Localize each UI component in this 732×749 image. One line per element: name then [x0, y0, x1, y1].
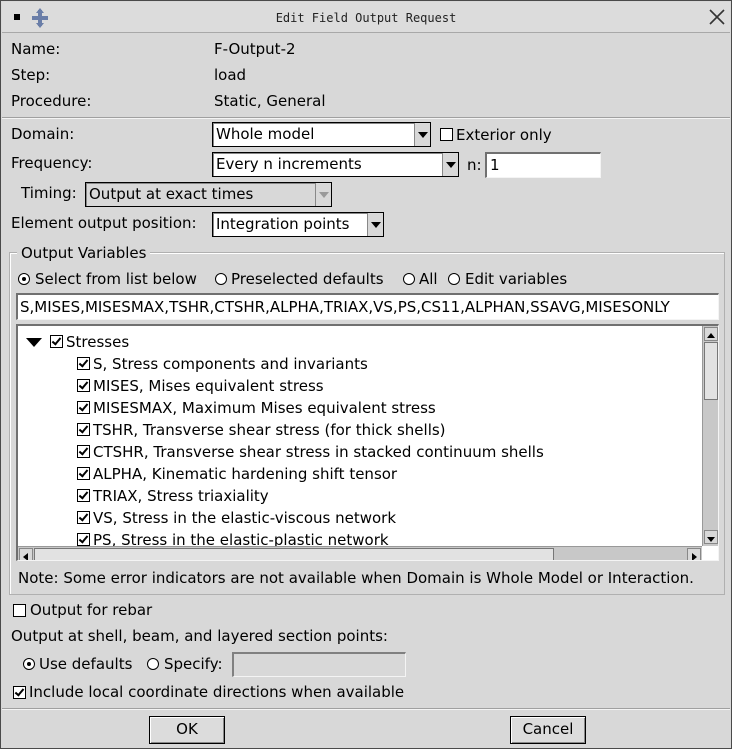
tree-item-label[interactable]: MISESMAX, Maximum Mises equivalent stres… — [93, 399, 436, 417]
domain-label: Domain: — [11, 125, 75, 143]
scroll-up-icon[interactable] — [704, 327, 718, 341]
title-bar[interactable]: Edit Field Output Request — [2, 2, 730, 33]
exterior-only-checkbox[interactable] — [440, 128, 453, 141]
include-local-coords-checkbox[interactable] — [13, 686, 26, 699]
tree-item-checkbox[interactable] — [77, 511, 90, 524]
radio-edit-variables[interactable] — [448, 273, 460, 285]
dropdown-arrow-icon[interactable] — [442, 153, 458, 176]
tree-item-label[interactable]: TSHR, Transverse shear stress (for thick… — [93, 421, 446, 439]
separator — [2, 117, 730, 119]
step-value: load — [214, 66, 247, 84]
expand-triangle-icon[interactable] — [26, 338, 42, 348]
ok-button[interactable]: OK — [149, 716, 225, 744]
frequency-combo[interactable]: Every n increments — [212, 152, 459, 177]
n-label: n: — [467, 156, 482, 174]
exterior-only-label[interactable]: Exterior only — [456, 126, 552, 144]
output-for-rebar-label[interactable]: Output for rebar — [30, 601, 152, 619]
radio-select-from-list[interactable] — [18, 273, 30, 285]
specify-label[interactable]: Specify: — [164, 655, 223, 673]
variables-text-field[interactable]: S,MISES,MISESMAX,TSHR,CTSHR,ALPHA,TRIAX,… — [16, 293, 719, 320]
horizontal-scroll-thumb[interactable] — [34, 548, 554, 560]
section-points-label: Output at shell, beam, and layered secti… — [11, 627, 388, 645]
tree-item-checkbox[interactable] — [77, 445, 90, 458]
scroll-right-icon[interactable] — [687, 548, 701, 560]
timing-value: Output at exact times — [89, 185, 254, 203]
tree-item-checkbox[interactable] — [77, 489, 90, 502]
close-icon[interactable] — [708, 8, 726, 26]
element-output-position-combo[interactable]: Integration points — [212, 212, 384, 237]
step-label: Step: — [11, 66, 51, 84]
output-for-rebar-checkbox[interactable] — [13, 604, 26, 617]
radio-all-label[interactable]: All — [419, 270, 438, 288]
note-text: Note: Some error indicators are not avai… — [18, 569, 694, 587]
tree-item-checkbox[interactable] — [77, 379, 90, 392]
tree-item-checkbox[interactable] — [77, 357, 90, 370]
frequency-label: Frequency: — [11, 154, 93, 172]
output-variables-tree[interactable]: Stresses S, Stress components and invari… — [16, 324, 719, 561]
use-defaults-label[interactable]: Use defaults — [39, 655, 132, 673]
n-input-value: 1 — [490, 156, 500, 174]
tree-item-checkbox[interactable] — [77, 401, 90, 414]
radio-all[interactable] — [403, 273, 415, 285]
radio-preselected-defaults-label[interactable]: Preselected defaults — [231, 270, 384, 288]
radio-preselected-defaults[interactable] — [215, 273, 227, 285]
radio-select-from-list-label[interactable]: Select from list below — [35, 270, 197, 288]
domain-combo[interactable]: Whole model — [212, 122, 431, 147]
dropdown-arrow-icon[interactable] — [414, 123, 430, 146]
output-variables-group-label: Output Variables — [17, 244, 151, 262]
tree-item-checkbox[interactable] — [77, 467, 90, 480]
window-title: Edit Field Output Request — [275, 11, 457, 25]
element-output-position-label: Element output position: — [11, 214, 197, 232]
name-label: Name: — [11, 40, 61, 58]
element-output-position-value: Integration points — [216, 215, 350, 233]
stresses-category-label[interactable]: Stresses — [66, 333, 129, 351]
dropdown-arrow-icon[interactable] — [367, 213, 383, 236]
scroll-down-icon[interactable] — [704, 530, 718, 544]
frequency-value: Every n increments — [216, 155, 362, 173]
vertical-scrollbar[interactable] — [702, 326, 718, 546]
radio-use-defaults[interactable] — [23, 658, 35, 670]
name-value: F-Output-2 — [214, 40, 296, 58]
horizontal-scrollbar[interactable] — [18, 546, 702, 560]
radio-specify[interactable] — [147, 658, 159, 670]
tree-item-label[interactable]: CTSHR, Transverse shear stress in stacke… — [93, 443, 544, 461]
timing-label: Timing: — [21, 184, 77, 202]
include-local-coords-label[interactable]: Include local coordinate directions when… — [29, 683, 404, 701]
n-input[interactable]: 1 — [485, 152, 601, 178]
scroll-left-icon[interactable] — [19, 548, 33, 560]
separator — [2, 708, 730, 710]
vertical-scroll-thumb[interactable] — [704, 342, 718, 400]
tree-item-label[interactable]: VS, Stress in the elastic-viscous networ… — [93, 509, 396, 527]
variables-text-value: S,MISES,MISESMAX,TSHR,CTSHR,ALPHA,TRIAX,… — [20, 298, 670, 316]
tree-item-label[interactable]: S, Stress components and invariants — [93, 355, 368, 373]
stresses-checkbox[interactable] — [50, 335, 63, 348]
dialog-window: Edit Field Output Request Name: F-Output… — [0, 0, 732, 749]
tree-item-label[interactable]: TRIAX, Stress triaxiality — [93, 487, 269, 505]
radio-edit-variables-label[interactable]: Edit variables — [465, 270, 567, 288]
procedure-value: Static, General — [214, 92, 326, 110]
tree-item-label[interactable]: ALPHA, Kinematic hardening shift tensor — [93, 465, 397, 483]
tree-item-checkbox[interactable] — [77, 533, 90, 546]
tree-item-checkbox[interactable] — [77, 423, 90, 436]
dropdown-arrow-icon[interactable] — [315, 183, 331, 206]
tree-item-label[interactable]: MISES, Mises equivalent stress — [93, 377, 324, 395]
domain-value: Whole model — [216, 125, 315, 143]
cancel-button[interactable]: Cancel — [510, 716, 586, 744]
timing-combo[interactable]: Output at exact times — [85, 182, 332, 207]
procedure-label: Procedure: — [11, 92, 92, 110]
specify-input[interactable] — [232, 652, 406, 677]
